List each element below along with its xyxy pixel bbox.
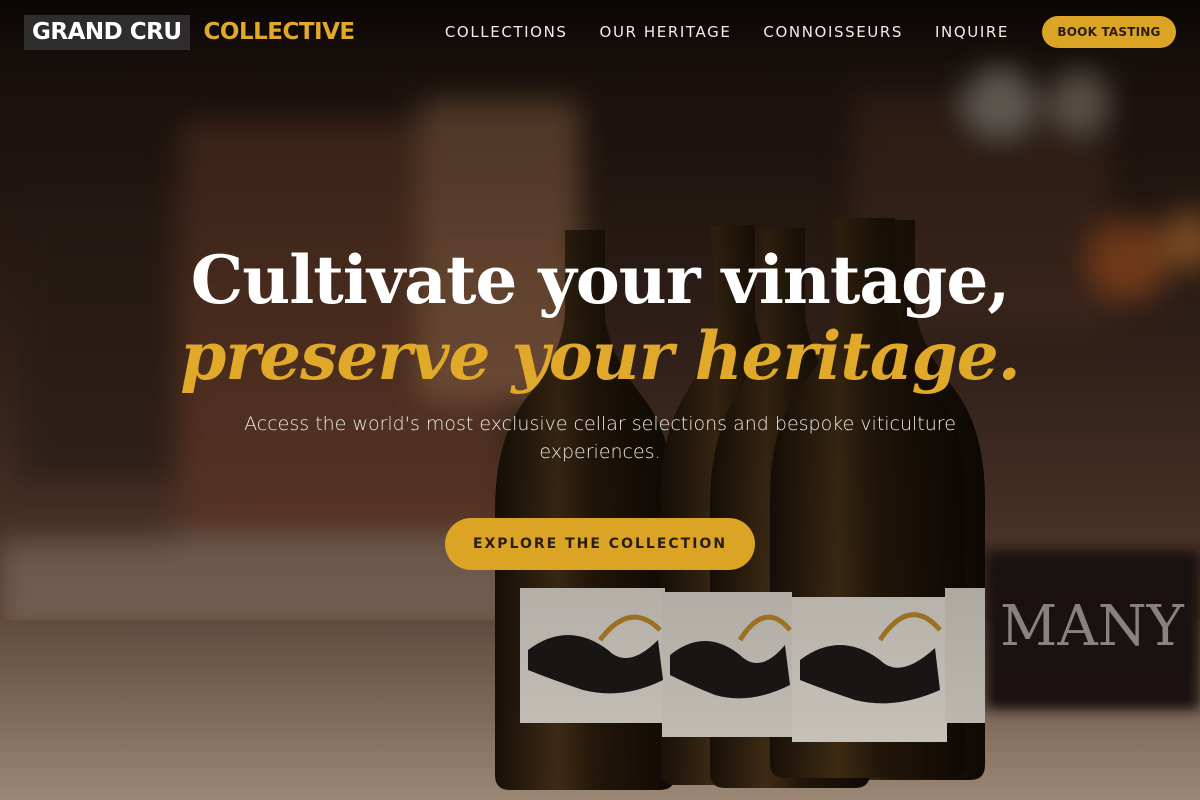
nav-link-connoisseurs[interactable]: CONNOISSEURS xyxy=(763,23,903,41)
brand-name-accent: COLLECTIVE xyxy=(203,19,356,45)
nav-link-inquire[interactable]: INQUIRE xyxy=(935,23,1009,41)
explore-collection-button[interactable]: EXPLORE THE COLLECTION xyxy=(445,518,755,570)
hero-section: Cultivate your vintage, preserve your he… xyxy=(0,240,1200,570)
hero-subtext: Access the world's most exclusive cellar… xyxy=(244,413,956,463)
book-tasting-button[interactable]: BOOK TASTING xyxy=(1042,16,1176,48)
brand-logo[interactable]: GRAND CRU COLLECTIVE xyxy=(24,14,356,50)
hero-headline-line-1: Cultivate your vintage, xyxy=(190,241,1011,319)
nav-right-group: COLLECTIONS OUR HERITAGE CONNOISSEURS IN… xyxy=(445,16,1176,48)
nav-links: COLLECTIONS OUR HERITAGE CONNOISSEURS IN… xyxy=(445,23,1009,41)
brand-name-primary: GRAND CRU xyxy=(24,14,190,50)
nav-link-collections[interactable]: COLLECTIONS xyxy=(445,23,568,41)
hero-headline-line-2: preserve your heritage. xyxy=(180,317,1020,395)
top-navigation: GRAND CRU COLLECTIVE COLLECTIONS OUR HER… xyxy=(0,0,1200,64)
nav-link-our-heritage[interactable]: OUR HERITAGE xyxy=(600,23,732,41)
